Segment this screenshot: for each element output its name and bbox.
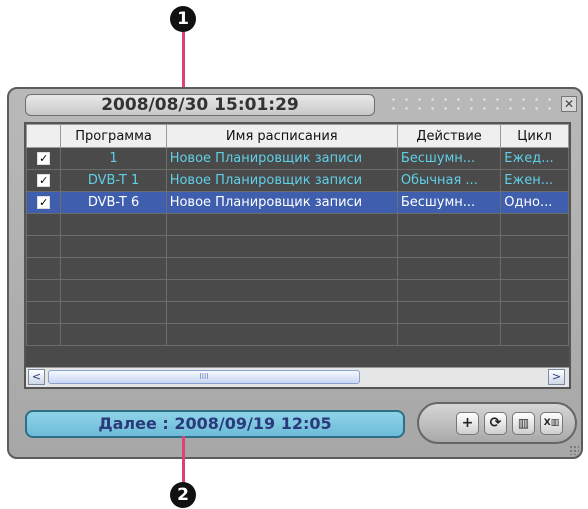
checkbox[interactable]: ✓ [37, 174, 51, 187]
col-header-schedule-name[interactable]: Имя расписания [165, 124, 398, 148]
schedule-table: Программа Имя расписания Действие Цикл ✓… [25, 124, 569, 346]
cell-schedule-name: Новое Планировщик записи [165, 147, 398, 170]
scroll-thumb[interactable]: IIII [48, 370, 360, 384]
refresh-button[interactable]: ⟳ [484, 412, 507, 435]
resize-grip-icon[interactable] [569, 445, 579, 455]
cell-cycle: Ежед... [500, 147, 569, 170]
row-checkbox-cell[interactable]: ✓ [25, 147, 62, 170]
cell-cycle: Одно... [500, 191, 569, 214]
row-checkbox-cell[interactable]: ✓ [25, 169, 62, 192]
col-header-cycle[interactable]: Цикл [500, 124, 569, 148]
cell-program: 1 [60, 147, 167, 170]
empty-row [25, 257, 569, 280]
col-header-check[interactable] [25, 124, 62, 148]
col-header-action[interactable]: Действие [396, 124, 502, 148]
table-row-selected[interactable]: ✓ DVB-T 6 Новое Планировщик записи Бесшу… [25, 191, 569, 214]
action-button-tray: + ⟳ ▥ X▥ [417, 402, 577, 444]
empty-row [25, 213, 569, 236]
cell-action: Бесшумн... [396, 147, 502, 170]
datetime-display: 2008/08/30 15:01:29 [25, 94, 375, 116]
scheduler-window: 2008/08/30 15:01:29 ✕ Программа Имя расп… [7, 87, 583, 459]
checkbox[interactable]: ✓ [37, 152, 51, 165]
checkbox[interactable]: ✓ [37, 196, 51, 209]
table-row[interactable]: ✓ 1 Новое Планировщик записи Бесшумн... … [25, 147, 569, 170]
scroll-left-button[interactable]: < [28, 369, 45, 385]
callout-2: 2 [170, 482, 196, 508]
callout-2-line [182, 436, 185, 484]
cell-program: DVB-T 1 [60, 169, 167, 192]
callout-1: 1 [170, 6, 196, 32]
scroll-right-button[interactable]: > [548, 369, 565, 385]
cell-action: Обычная ... [396, 169, 502, 192]
cell-schedule-name: Новое Планировщик записи [165, 169, 398, 192]
horizontal-scrollbar[interactable]: < IIII > [26, 367, 569, 387]
schedule-list[interactable]: Программа Имя расписания Действие Цикл ✓… [24, 122, 571, 389]
title-grip-dots[interactable] [387, 95, 557, 115]
empty-row [25, 279, 569, 302]
next-recording-display: Далее : 2008/09/19 12:05 [25, 410, 405, 438]
delete-all-button[interactable]: X▥ [540, 412, 563, 435]
cell-action: Бесшумн... [396, 191, 502, 214]
add-button[interactable]: + [456, 412, 479, 435]
row-checkbox-cell[interactable]: ✓ [25, 191, 62, 214]
cell-program: DVB-T 6 [60, 191, 167, 214]
cell-cycle: Ежен... [500, 169, 569, 192]
col-header-program[interactable]: Программа [60, 124, 167, 148]
table-row[interactable]: ✓ DVB-T 1 Новое Планировщик записи Обычн… [25, 169, 569, 192]
empty-row [25, 235, 569, 258]
empty-row [25, 301, 569, 324]
close-button[interactable]: ✕ [561, 96, 577, 112]
empty-row [25, 323, 569, 346]
callout-1-line [182, 32, 185, 88]
delete-button[interactable]: ▥ [512, 412, 535, 435]
cell-schedule-name: Новое Планировщик записи [165, 191, 398, 214]
